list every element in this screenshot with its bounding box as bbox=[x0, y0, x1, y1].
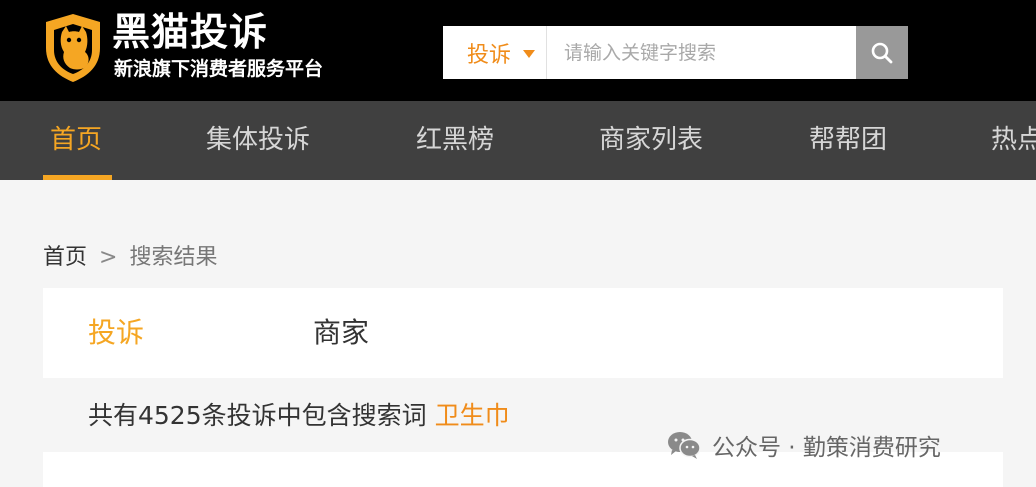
result-type-tabs: 投诉 商家 bbox=[43, 288, 1003, 378]
search-type-label: 投诉 bbox=[467, 42, 512, 68]
main-nav: 首页 集体投诉 红黑榜 商家列表 帮帮团 热点 bbox=[0, 101, 1036, 180]
watermark-text: 公众号 · 勤策消费研究 bbox=[712, 435, 941, 461]
breadcrumb-current: 搜索结果 bbox=[129, 245, 218, 270]
caret-down-icon bbox=[523, 49, 536, 58]
search-button[interactable] bbox=[856, 26, 908, 79]
nav-item-home[interactable]: 首页 bbox=[50, 101, 102, 180]
nav-item-collective-complaints[interactable]: 集体投诉 bbox=[206, 101, 310, 180]
search-bar: 投诉 bbox=[443, 26, 908, 79]
tab-complaints[interactable]: 投诉 bbox=[88, 288, 144, 378]
site-header: 黑猫投诉 新浪旗下消费者服务平台 投诉 bbox=[0, 0, 1036, 101]
nav-item-merchant-list[interactable]: 商家列表 bbox=[599, 101, 703, 180]
breadcrumb: 首页 > 搜索结果 bbox=[43, 241, 217, 275]
nav-item-help-group[interactable]: 帮帮团 bbox=[809, 101, 887, 180]
search-keyword: 卫生巾 bbox=[434, 401, 510, 430]
search-input[interactable] bbox=[548, 26, 856, 79]
result-summary: 共有4525条投诉中包含搜索词 卫生巾 bbox=[88, 398, 510, 434]
brand-subtitle: 新浪旗下消费者服务平台 bbox=[114, 58, 324, 80]
nav-item-hot-topics[interactable]: 热点 bbox=[991, 101, 1036, 180]
tab-merchants[interactable]: 商家 bbox=[313, 288, 369, 378]
wechat-watermark: 公众号 · 勤策消费研究 bbox=[666, 428, 941, 462]
search-type-dropdown[interactable]: 投诉 bbox=[443, 26, 547, 79]
breadcrumb-home-link[interactable]: 首页 bbox=[43, 245, 87, 270]
black-cat-shield-logo-icon[interactable] bbox=[42, 12, 104, 84]
breadcrumb-separator: > bbox=[99, 245, 118, 270]
result-summary-text: 共有4525条投诉中包含搜索词 bbox=[88, 401, 427, 430]
nav-active-indicator bbox=[43, 175, 112, 180]
brand-title[interactable]: 黑猫投诉 bbox=[112, 10, 268, 54]
nav-item-red-black-list[interactable]: 红黑榜 bbox=[416, 101, 494, 180]
wechat-icon bbox=[668, 432, 701, 459]
search-icon bbox=[871, 42, 893, 63]
